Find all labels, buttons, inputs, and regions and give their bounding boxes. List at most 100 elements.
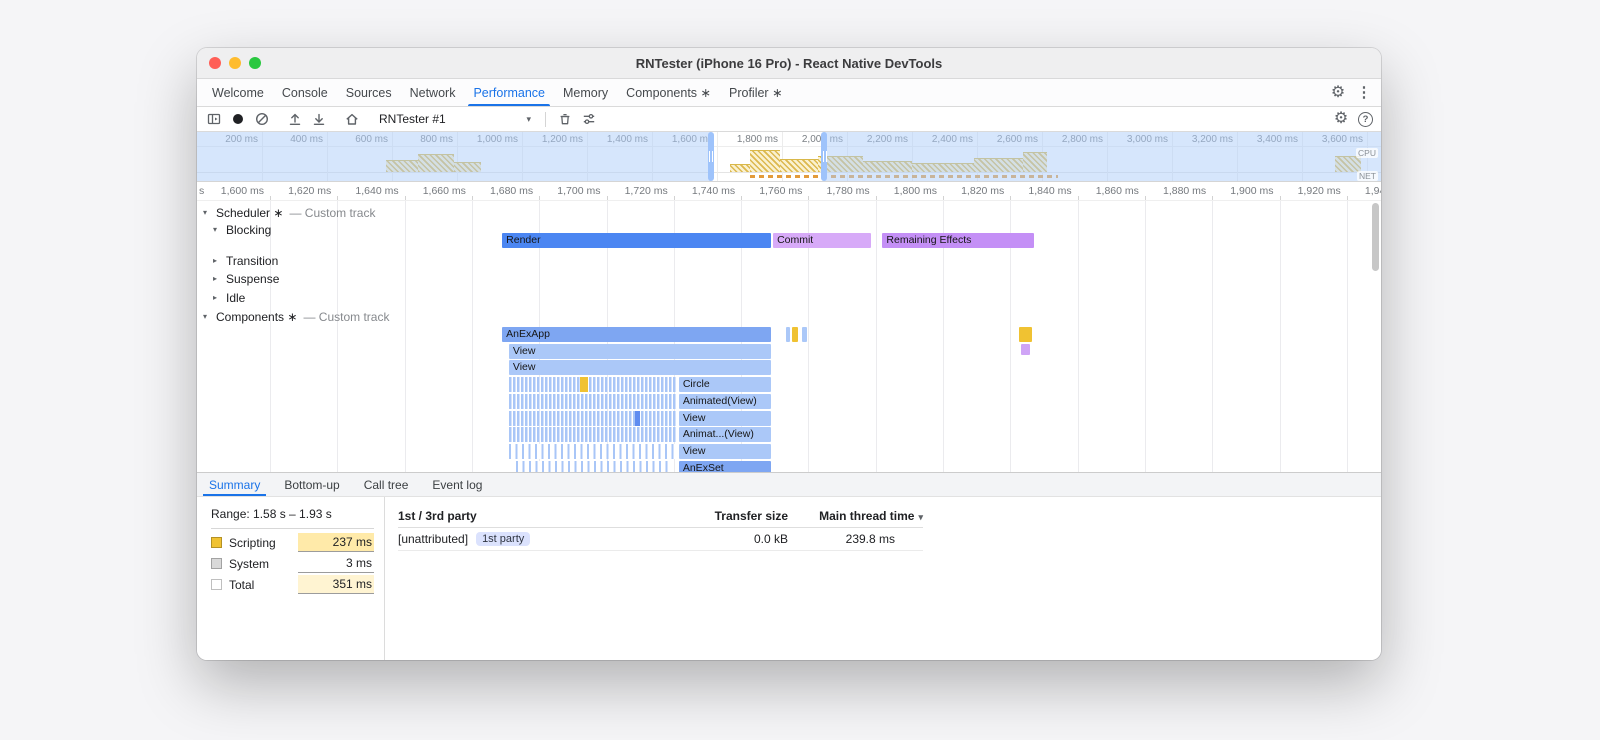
ruler-tick-label: 1,820 ms xyxy=(961,185,1005,197)
window-title: RNTester (iPhone 16 Pro) - React Native … xyxy=(635,55,943,71)
ruler-tick xyxy=(875,196,877,200)
tab-network[interactable]: Network xyxy=(401,79,465,106)
home-icon[interactable] xyxy=(341,108,363,130)
grid-line xyxy=(1212,201,1214,472)
flame-bar-view[interactable]: View xyxy=(508,343,772,359)
main-tab-strip: Welcome Console Sources Network Performance M… xyxy=(197,79,1381,107)
column-party[interactable]: 1st / 3rd party xyxy=(398,505,683,528)
flame-bar[interactable] xyxy=(1018,327,1033,342)
close-window-button[interactable] xyxy=(209,57,221,69)
ruler-tick xyxy=(270,196,271,200)
ruler-tick-label: 1,660 ms xyxy=(422,185,466,197)
flame-micro-bars[interactable] xyxy=(508,410,678,426)
flame-bar-view[interactable]: View xyxy=(508,360,772,376)
collect-garbage-icon[interactable] xyxy=(554,108,576,130)
ruler-tick-label: 1,800 ms xyxy=(893,185,937,197)
target-select-label: RNTester #1 xyxy=(379,112,446,126)
flame-bar-view[interactable]: View xyxy=(678,410,772,426)
flame-bar[interactable] xyxy=(792,327,798,342)
flame-chart[interactable]: ▾ Scheduler ∗ — Custom track ▾ Blocking ▸ Tran… xyxy=(197,201,1381,472)
tab-profiler[interactable]: Profiler ∗ xyxy=(720,79,792,106)
flame-bar[interactable] xyxy=(785,327,790,342)
flame-micro-bars[interactable] xyxy=(508,443,678,459)
track-group-components[interactable]: ▾ Components ∗ — Custom track xyxy=(203,309,390,324)
capture-settings-gear-icon[interactable]: ⚙ xyxy=(1330,108,1352,130)
tab-components[interactable]: Components ∗ xyxy=(617,79,720,106)
legend-value: 3 ms xyxy=(298,554,374,573)
zoom-window-button[interactable] xyxy=(249,57,261,69)
minimap-grid-line xyxy=(782,132,783,181)
tab-memory[interactable]: Memory xyxy=(554,79,617,106)
legend-label: System xyxy=(229,556,270,571)
legend-value: 237 ms xyxy=(298,533,374,552)
flame-micro-bars[interactable] xyxy=(508,427,678,443)
bottom-tab-event-log[interactable]: Event log xyxy=(420,473,494,496)
ruler-tick-label: 1,940 ms xyxy=(1364,185,1381,197)
clear-icon[interactable] xyxy=(251,108,273,130)
minimize-window-button[interactable] xyxy=(229,57,241,69)
help-icon[interactable]: ? xyxy=(1358,111,1373,127)
ruler-tick xyxy=(808,196,810,200)
flame-bar-animated-view[interactable]: Animated(View) xyxy=(678,393,772,409)
track-row-transition[interactable]: ▸ Transition xyxy=(213,254,278,268)
sidebar-toggle-icon[interactable] xyxy=(203,108,225,130)
minimap-dim-left xyxy=(197,132,711,181)
track-row-blocking[interactable]: ▾ Blocking xyxy=(213,223,271,237)
capture-settings-icon[interactable] xyxy=(578,108,600,130)
timeline-minimap[interactable]: 200 ms400 ms600 ms800 ms1,000 ms1,200 ms… xyxy=(197,132,1381,182)
flame-bar-render[interactable]: Render xyxy=(502,233,772,248)
cpu-lane-label: CPU xyxy=(1356,148,1378,158)
kebab-menu-icon[interactable]: ⋮ xyxy=(1353,82,1375,104)
flame-accent-bar[interactable] xyxy=(579,377,588,393)
flame-accent-bar[interactable] xyxy=(635,410,641,426)
target-select[interactable]: RNTester #1 ▾ xyxy=(373,112,537,126)
tab-items: Welcome Console Sources Network Performance M… xyxy=(203,79,792,106)
flame-micro-bars[interactable] xyxy=(508,393,678,409)
flame-bar-anexset[interactable]: AnExSet xyxy=(678,460,772,472)
grid-line xyxy=(337,201,339,472)
tab-console[interactable]: Console xyxy=(273,79,337,106)
track-row-idle[interactable]: ▸ Idle xyxy=(213,291,245,305)
column-main-thread-time[interactable]: Main thread time ▾ xyxy=(788,505,923,528)
tab-performance[interactable]: Performance xyxy=(464,79,554,106)
flame-bar[interactable] xyxy=(1021,343,1030,355)
record-icon[interactable] xyxy=(227,108,249,130)
settings-gear-icon[interactable]: ⚙ xyxy=(1327,82,1349,104)
flame-bar-commit[interactable]: Commit xyxy=(773,233,871,248)
disclosure-triangle-icon: ▸ xyxy=(213,256,218,265)
ruler-tick-label: 1,740 ms xyxy=(691,185,736,197)
ruler-tick xyxy=(1346,196,1348,200)
ruler-tick xyxy=(471,196,473,200)
flame-micro-bars[interactable] xyxy=(515,460,671,472)
flame-micro-bars[interactable] xyxy=(508,377,678,393)
track-row-suspense[interactable]: ▸ Suspense xyxy=(213,272,279,286)
ruler-tick-label: 1,600 ms xyxy=(220,185,264,197)
tab-welcome[interactable]: Welcome xyxy=(203,79,273,106)
flame-bar-view[interactable]: View xyxy=(678,443,772,459)
column-transfer-size[interactable]: Transfer size xyxy=(683,505,788,528)
save-profile-icon[interactable] xyxy=(308,108,330,130)
bottom-tab-bottom-up[interactable]: Bottom-up xyxy=(272,473,351,496)
bottom-tab-call-tree[interactable]: Call tree xyxy=(352,473,421,496)
track-suffix: — Custom track xyxy=(303,309,390,324)
legend-swatch xyxy=(211,579,222,590)
tab-sources[interactable]: Sources xyxy=(337,79,401,106)
track-suffix: — Custom track xyxy=(289,205,376,220)
flame-bar-remaining-effects[interactable]: Remaining Effects xyxy=(882,233,1034,248)
toolbar-right-actions: ⚙ ? xyxy=(1330,108,1375,130)
minimap-right-handle[interactable] xyxy=(821,132,828,181)
flame-bar[interactable] xyxy=(802,327,808,342)
ruler-tick-label: 1,880 ms xyxy=(1162,185,1207,197)
scrollbar-thumb[interactable] xyxy=(1372,203,1379,271)
flame-bar-circle[interactable]: Circle xyxy=(678,377,772,393)
ruler-tick-label: 1,700 ms xyxy=(557,185,601,197)
ruler-tick xyxy=(1279,196,1281,200)
party-name: [unattributed] xyxy=(398,532,469,546)
track-group-scheduler[interactable]: ▾ Scheduler ∗ — Custom track xyxy=(203,205,376,220)
flame-bar-animat-view[interactable]: Animat...(View) xyxy=(678,427,772,443)
net-lane-label: NET xyxy=(1357,171,1378,181)
minimap-left-handle[interactable] xyxy=(707,132,714,181)
load-profile-icon[interactable] xyxy=(284,108,306,130)
bottom-tab-summary[interactable]: Summary xyxy=(197,473,272,496)
flame-bar-anexapp[interactable]: AnExApp xyxy=(502,327,772,342)
